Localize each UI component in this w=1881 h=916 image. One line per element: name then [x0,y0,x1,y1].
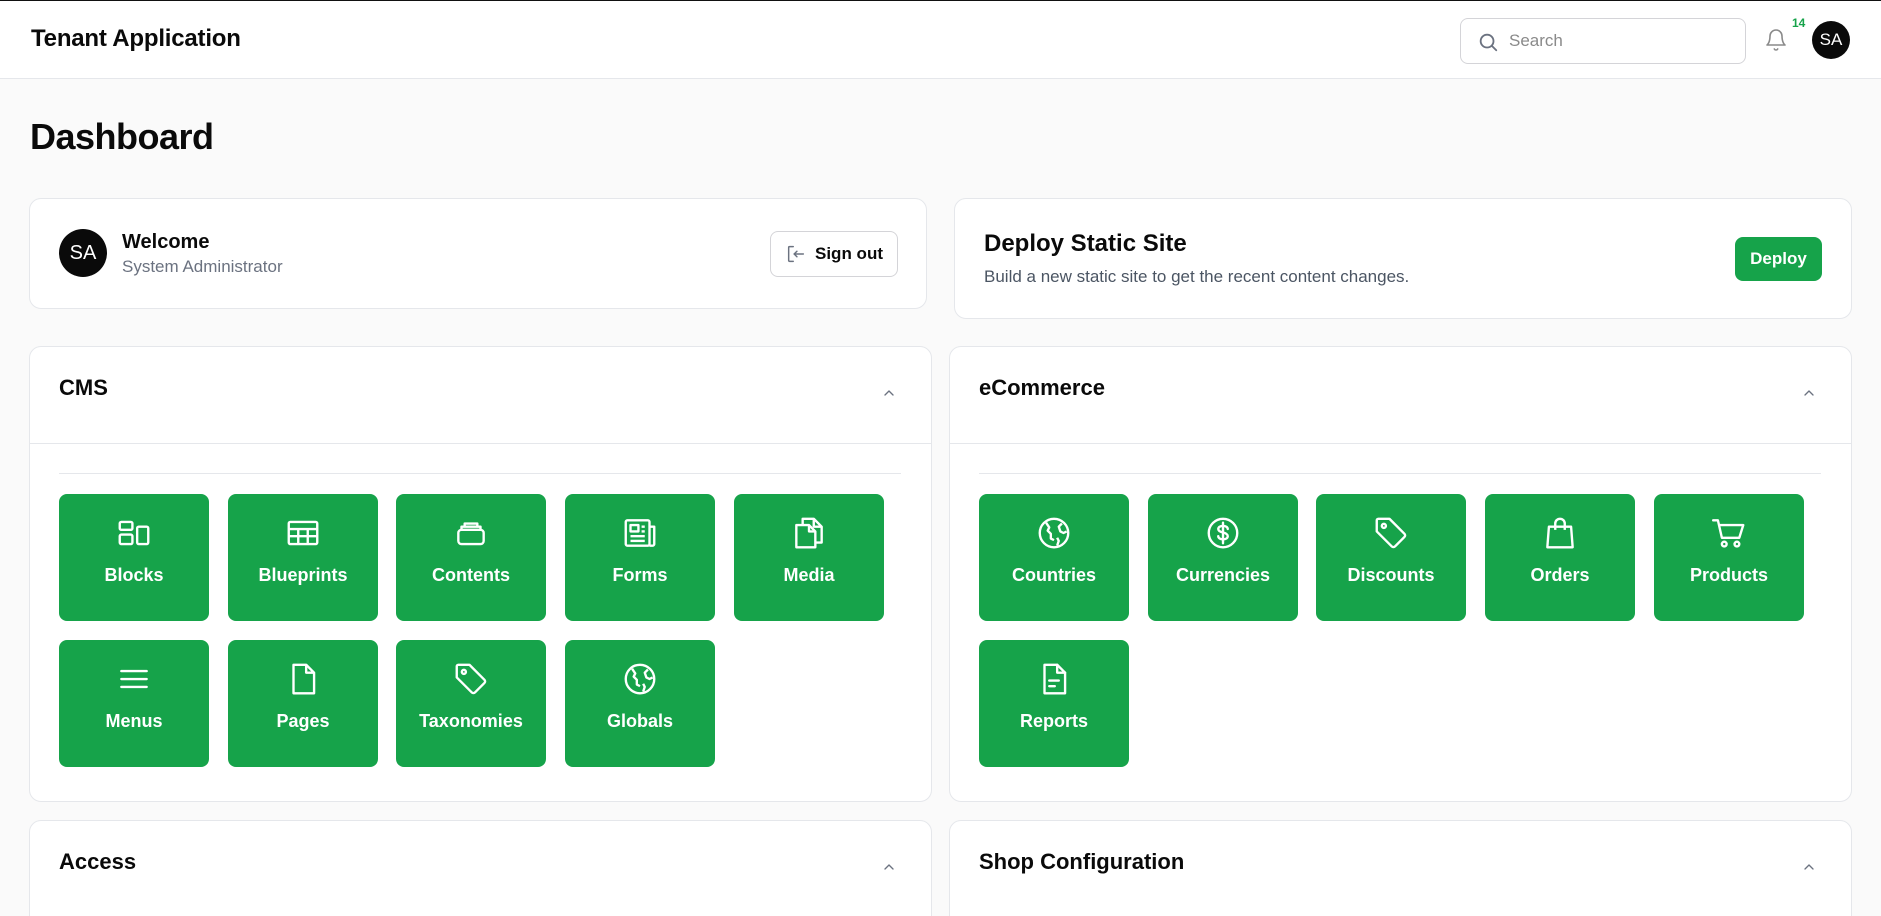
access-section: Access [29,820,932,916]
user-avatar[interactable]: SA [1812,21,1850,59]
tile-blocks[interactable]: Blocks [59,494,209,621]
newspaper-icon [624,519,656,547]
blocks-icon [118,520,150,546]
sign-out-button[interactable]: Sign out [770,231,898,277]
tile-contents[interactable]: Contents [396,494,546,621]
deploy-button[interactable]: Deploy [1735,237,1822,281]
tile-label: Currencies [1175,565,1271,585]
deploy-title: Deploy Static Site [984,230,1187,257]
welcome-card: SA Welcome System Administrator Sign out [29,198,927,309]
section-header: eCommerce [950,347,1851,444]
ecommerce-section: eCommerce Countries Currencies Discounts… [949,346,1852,802]
shopping-bag-icon [1546,517,1574,549]
deploy-description: Build a new static site to get the recen… [984,267,1410,286]
tile-label: Menus [105,711,163,731]
section-header: CMS [30,347,931,444]
tile-label: Reports [1019,711,1088,731]
app-title[interactable]: Tenant Application [31,25,241,53]
tag-icon [455,663,487,695]
table-icon [287,520,319,546]
documents-icon [795,517,823,549]
shop-configuration-section: Shop Configuration [949,820,1852,916]
divider [979,473,1821,474]
tile-menus[interactable]: Menus [59,640,209,767]
section-title: eCommerce [979,375,1105,400]
search-input[interactable] [1509,27,1729,55]
tile-label: Pages [276,711,330,731]
cart-icon [1711,519,1745,548]
tile-discounts[interactable]: Discounts [1316,494,1466,621]
globe-icon [1038,517,1070,549]
avatar: SA [59,229,107,277]
section-title: Shop Configuration [979,849,1185,874]
notification-count-badge: 14 [1792,16,1806,30]
tile-label: Products [1689,565,1768,585]
chevron-up-icon[interactable] [1801,859,1817,875]
cms-section: CMS Blocks Blueprints Contents Forms Med… [29,346,932,802]
search-icon [1479,33,1498,52]
tag-icon [1375,517,1407,549]
chevron-up-icon[interactable] [1801,385,1817,401]
tile-label: Taxonomies [419,711,523,731]
page-title: Dashboard [30,116,214,157]
tile-orders[interactable]: Orders [1485,494,1635,621]
stack-icon [457,522,485,546]
tile-taxonomies[interactable]: Taxonomies [396,640,546,767]
menu-icon [120,669,148,689]
top-bar: Tenant Application 14 SA [0,0,1881,79]
tile-countries[interactable]: Countries [979,494,1129,621]
tile-reports[interactable]: Reports [979,640,1129,767]
report-icon [1043,663,1067,695]
section-header: Access [30,821,931,916]
tile-label: Countries [1011,565,1096,585]
tile-pages[interactable]: Pages [228,640,378,767]
tile-currencies[interactable]: Currencies [1148,494,1298,621]
tile-label: Media [783,565,835,585]
page-icon [292,663,316,695]
chevron-up-icon[interactable] [881,859,897,875]
chevron-up-icon[interactable] [881,385,897,401]
section-title: CMS [59,375,108,400]
dollar-icon [1207,517,1239,549]
tile-globals[interactable]: Globals [565,640,715,767]
tile-label: Discounts [1347,565,1435,585]
tile-products[interactable]: Products [1654,494,1804,621]
sign-out-icon [787,245,805,263]
user-role: System Administrator [122,257,283,276]
notifications-button[interactable] [1764,27,1788,58]
tile-label: Contents [432,565,510,585]
divider [59,473,901,474]
sign-out-label: Sign out [815,244,883,263]
tile-forms[interactable]: Forms [565,494,715,621]
welcome-title: Welcome [122,231,210,253]
section-title: Access [59,849,137,874]
tile-label: Globals [606,711,673,731]
section-header: Shop Configuration [950,821,1851,916]
bell-icon [1766,29,1786,51]
tile-blueprints[interactable]: Blueprints [228,494,378,621]
tile-label: Blocks [104,565,164,585]
tile-label: Orders [1530,565,1590,585]
tile-label: Forms [612,565,668,585]
search-box[interactable] [1460,18,1746,64]
tile-label: Blueprints [258,565,348,585]
globe-icon [624,663,656,695]
tile-media[interactable]: Media [734,494,884,621]
deploy-card: Deploy Static Site Build a new static si… [954,198,1852,319]
